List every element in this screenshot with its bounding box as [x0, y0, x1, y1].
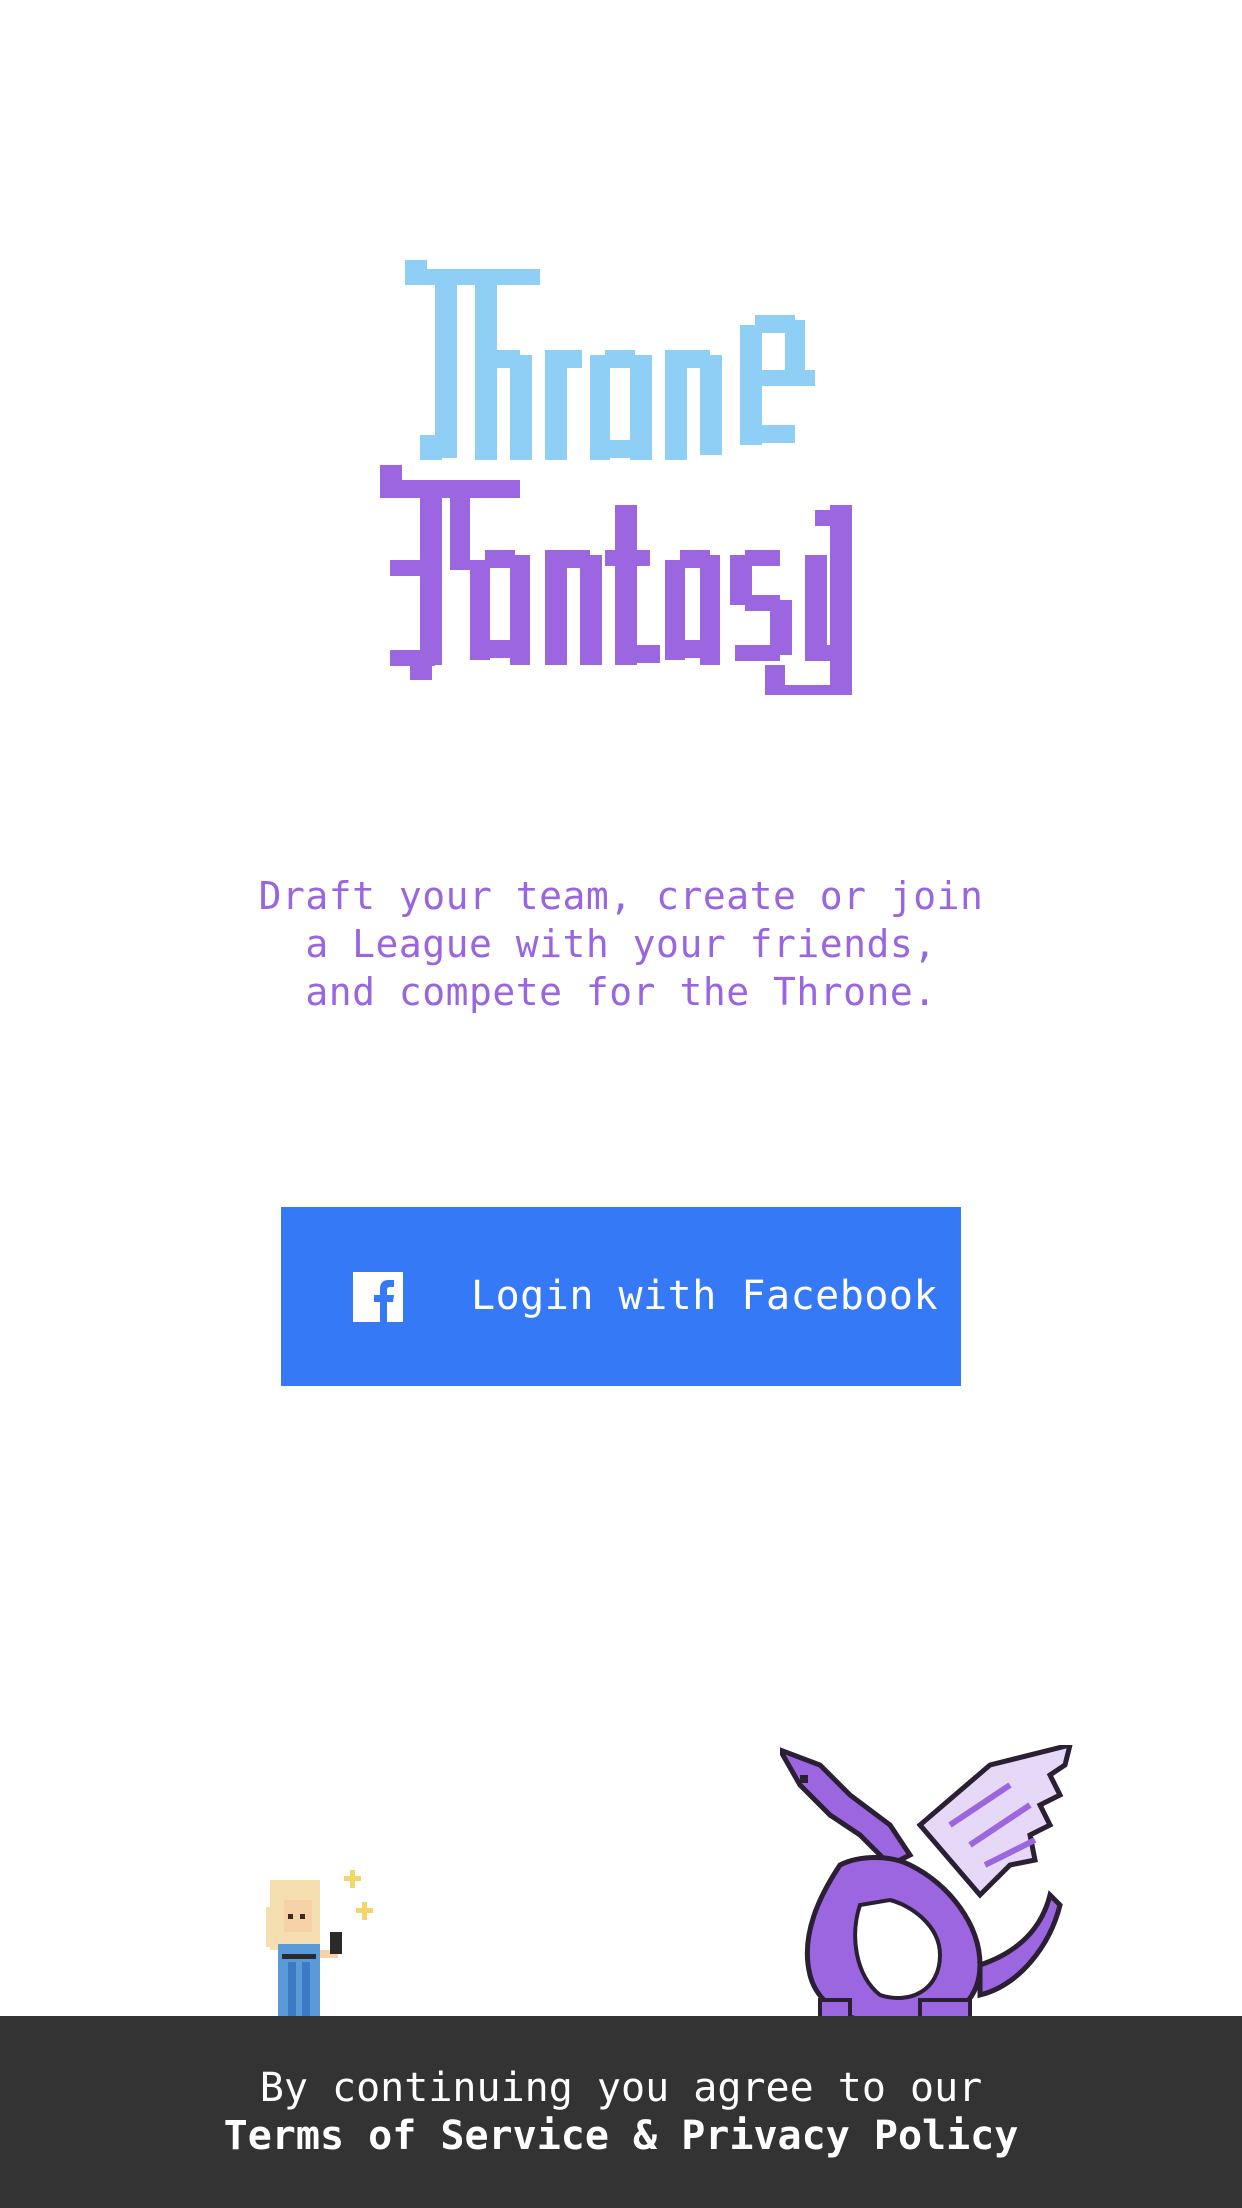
logo-line-throne: [405, 260, 815, 460]
terms-intro-text: By continuing you agree to our: [259, 2065, 983, 2111]
princess-sprite: [266, 1870, 373, 2016]
logo-wordmark-image: [380, 260, 852, 695]
terms-footer: By continuing you agree to our Terms of …: [0, 2016, 1242, 2208]
terms-privacy-link[interactable]: Terms of Service & Privacy Policy: [0, 2112, 1242, 2160]
login-screen: Draft your team, create or join a League…: [0, 0, 1242, 2208]
logo-line-fantasy: [380, 465, 852, 695]
login-button-label: Login with Facebook: [471, 1273, 939, 1319]
dragon-sprite: [780, 1745, 1073, 2029]
login-with-facebook-button[interactable]: Login with Facebook: [281, 1207, 961, 1386]
tagline-text: Draft your team, create or join a League…: [258, 874, 984, 1014]
facebook-icon: [353, 1272, 403, 1322]
throne-fantasy-logo: [375, 255, 865, 695]
